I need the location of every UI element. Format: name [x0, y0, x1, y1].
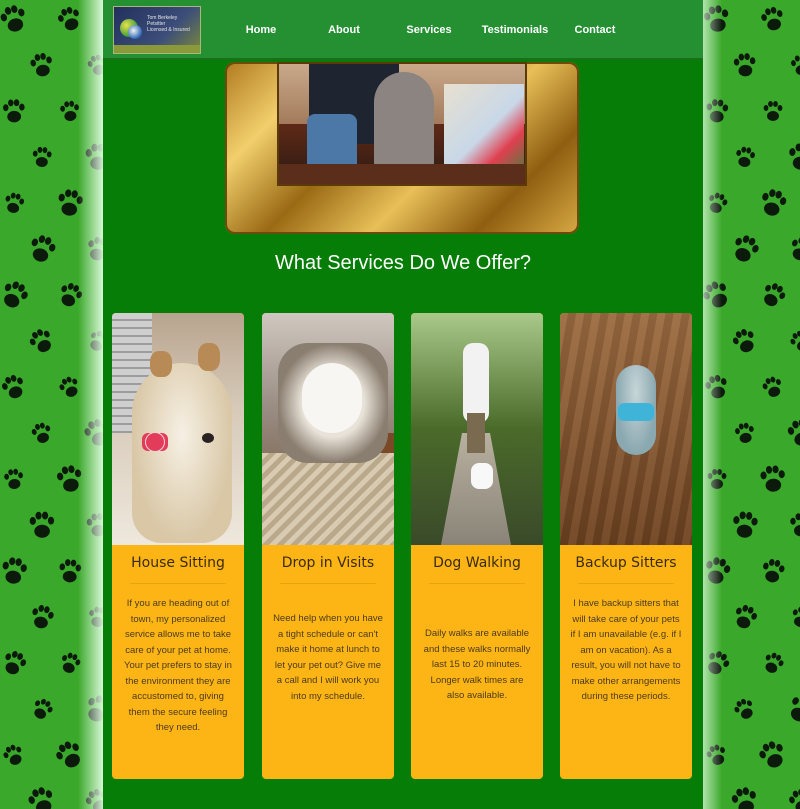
paw-pattern-left: [0, 0, 103, 809]
logo-text: Tom Berkeley Petsitter Licensed & Insure…: [147, 15, 190, 33]
section-title: What Services Do We Offer?: [274, 252, 531, 274]
service-card-drop-in-visits: Drop in Visits Need help when you have a…: [262, 313, 394, 779]
service-description: If you are heading out of town, my perso…: [124, 598, 232, 733]
services-cards: House Sitting If you are heading out of …: [112, 313, 694, 779]
divider: [130, 583, 226, 584]
nav-contact[interactable]: Contact: [565, 24, 625, 36]
service-title: Backup Sitters: [575, 555, 677, 571]
nav-testimonials[interactable]: Testimonials: [473, 24, 557, 36]
site-logo[interactable]: Tom Berkeley Petsitter Licensed & Insure…: [113, 6, 201, 54]
service-title: Dog Walking: [433, 555, 521, 571]
service-photo: [560, 313, 692, 545]
fade-overlay-left: [78, 0, 103, 809]
divider: [429, 583, 525, 584]
main-content: Tom Berkeley Petsitter Licensed & Insure…: [103, 0, 703, 809]
service-photo: [262, 313, 394, 545]
nav-about[interactable]: About: [316, 24, 372, 36]
logo-paw-icon: [128, 25, 142, 39]
hero-photo: [277, 62, 527, 186]
service-photo: [112, 313, 244, 545]
logo-bar: [114, 45, 200, 53]
service-card-house-sitting: House Sitting If you are heading out of …: [112, 313, 244, 779]
nav-services[interactable]: Services: [399, 24, 459, 36]
service-card-dog-walking: Dog Walking Daily walks are available an…: [411, 313, 543, 779]
service-title: Drop in Visits: [281, 555, 375, 571]
service-description: Daily walks are available and these walk…: [423, 628, 531, 701]
navbar: Tom Berkeley Petsitter Licensed & Insure…: [103, 0, 703, 60]
service-description: I have backup sitters that will take car…: [570, 598, 682, 702]
paw-pattern-right: [697, 0, 800, 809]
divider: [280, 583, 376, 584]
nav-home[interactable]: Home: [233, 24, 289, 36]
logo-line-3: Licensed & Insured: [147, 27, 190, 33]
service-description: Need help when you have a tight schedule…: [273, 613, 383, 702]
service-card-backup-sitters: Backup Sitters I have backup sitters tha…: [560, 313, 692, 779]
divider: [578, 583, 674, 584]
service-photo: [411, 313, 543, 545]
hero-gold-frame: [225, 62, 579, 234]
service-title: House Sitting: [131, 555, 225, 571]
